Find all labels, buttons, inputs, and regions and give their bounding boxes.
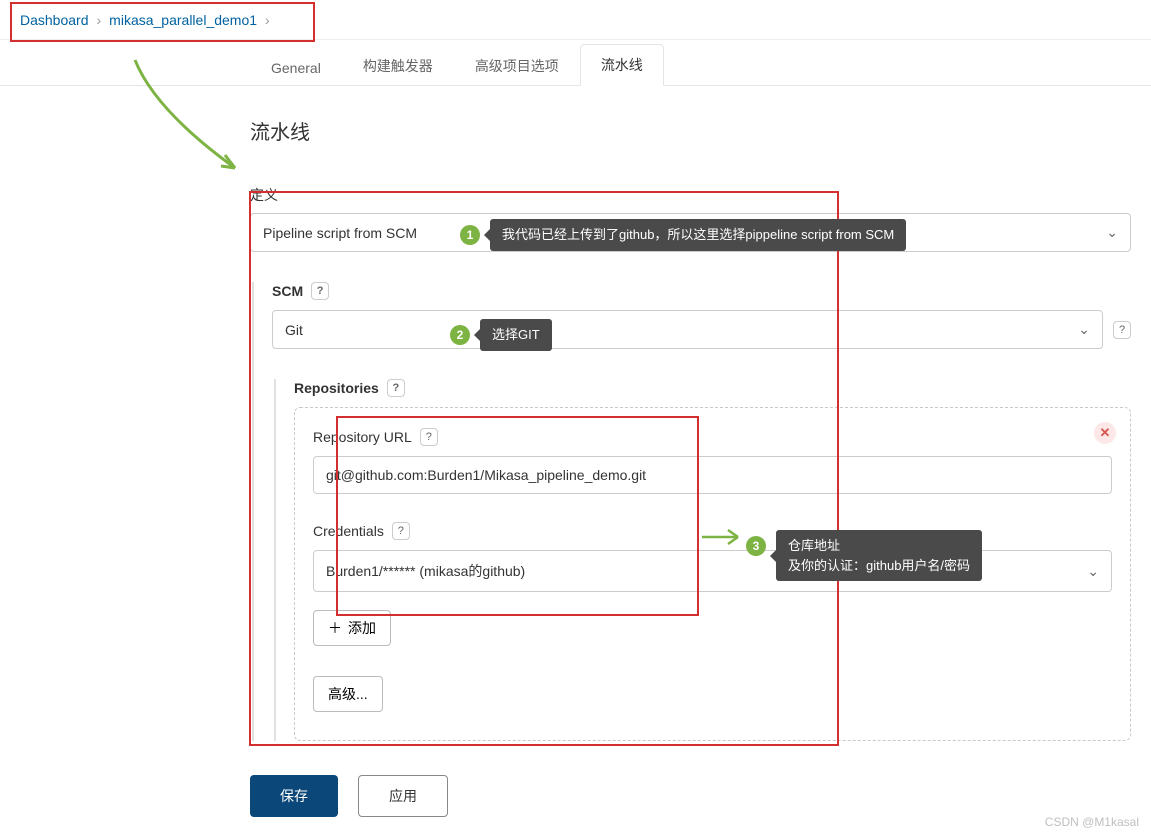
footer-actions: 保存 应用 (250, 775, 448, 817)
callout-badge: 3 (746, 536, 766, 556)
config-tabs: General 构建触发器 高级项目选项 流水线 (0, 40, 1151, 86)
save-button[interactable]: 保存 (250, 775, 338, 817)
breadcrumb: Dashboard › mikasa_parallel_demo1 › (0, 0, 1151, 40)
scm-select[interactable]: Git ⌄ (272, 310, 1103, 349)
help-icon[interactable]: ? (387, 379, 405, 397)
tab-general[interactable]: General (250, 49, 342, 86)
help-icon[interactable]: ? (1113, 321, 1131, 339)
add-button-label: 添加 (348, 618, 376, 638)
scm-select-value: Git (285, 322, 303, 338)
callout-badge: 1 (460, 225, 480, 245)
chevron-right-icon: › (97, 12, 102, 28)
scm-label: SCM (272, 283, 303, 299)
credentials-label: Credentials (313, 523, 384, 539)
chevron-down-icon: ⌄ (1087, 563, 1099, 580)
tab-pipeline[interactable]: 流水线 (580, 44, 664, 86)
repositories-label: Repositories (294, 380, 379, 396)
repo-url-input[interactable] (313, 456, 1112, 494)
chevron-down-icon: ⌄ (1078, 321, 1090, 338)
plus-icon: ＋ (328, 618, 342, 638)
tab-advanced[interactable]: 高级项目选项 (454, 45, 580, 86)
annotation-callout-1: 1 我代码已经上传到了github，所以这里选择pippeline script… (460, 219, 906, 251)
repository-block: ✕ Repository URL ? Credentials ? Burden1… (294, 407, 1131, 741)
advanced-button[interactable]: 高级... (313, 676, 383, 712)
content-area: 流水线 定义 Pipeline script from SCM ⌄ SCM ? … (0, 86, 1151, 761)
annotation-callout-2: 2 选择GIT (450, 319, 552, 351)
help-icon[interactable]: ? (420, 428, 438, 446)
callout-text: 仓库地址 及你的认证：github用户名/密码 (776, 530, 982, 581)
callout-badge: 2 (450, 325, 470, 345)
help-icon[interactable]: ? (311, 282, 329, 300)
watermark: CSDN @M1kasal (1045, 815, 1139, 829)
breadcrumb-dashboard[interactable]: Dashboard (20, 12, 89, 28)
callout-text: 我代码已经上传到了github，所以这里选择pippeline script f… (490, 219, 906, 251)
repo-url-label: Repository URL (313, 429, 412, 445)
definition-label: 定义 (250, 185, 1131, 205)
chevron-down-icon: ⌄ (1106, 224, 1118, 241)
callout-text: 选择GIT (480, 319, 552, 351)
add-credentials-button[interactable]: ＋ 添加 (313, 610, 391, 646)
credentials-select[interactable]: Burden1/****** (mikasa的github) ⌄ (313, 550, 1112, 592)
breadcrumb-project[interactable]: mikasa_parallel_demo1 (109, 12, 257, 28)
annotation-callout-3: 3 仓库地址 及你的认证：github用户名/密码 (746, 530, 982, 581)
definition-select-value: Pipeline script from SCM (263, 225, 417, 241)
delete-icon[interactable]: ✕ (1094, 422, 1116, 444)
page-title: 流水线 (250, 116, 1131, 145)
help-icon[interactable]: ? (392, 522, 410, 540)
apply-button[interactable]: 应用 (358, 775, 448, 817)
credentials-value: Burden1/****** (mikasa的github) (326, 561, 525, 581)
chevron-right-icon: › (265, 12, 270, 28)
tab-triggers[interactable]: 构建触发器 (342, 45, 454, 86)
